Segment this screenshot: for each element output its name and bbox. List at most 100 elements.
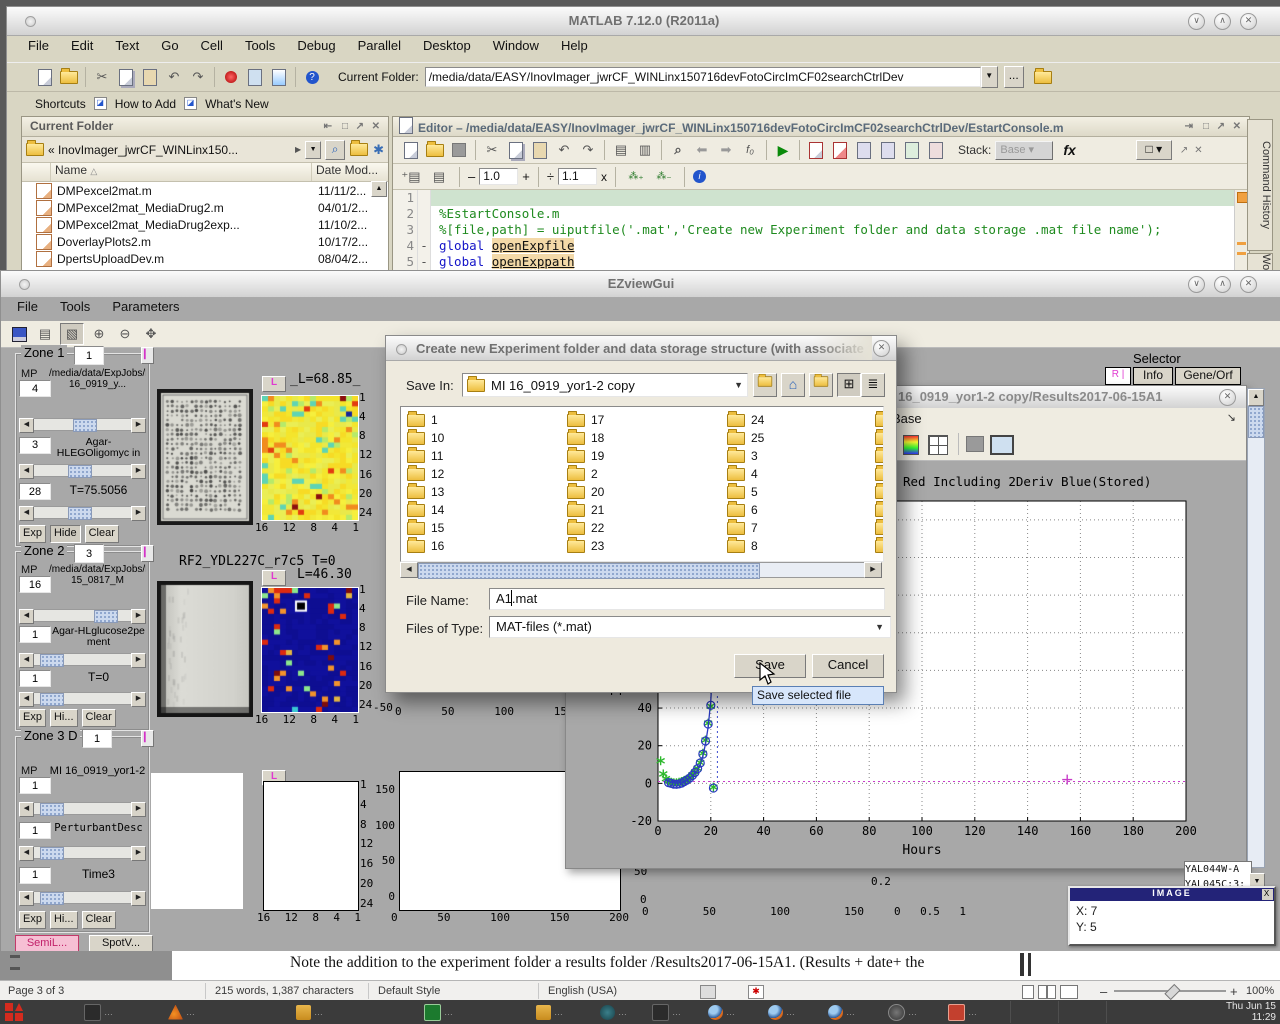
folder-item[interactable] xyxy=(875,411,884,429)
home-icon[interactable]: ⌂ xyxy=(781,373,805,397)
taskbar-app-button[interactable]: … xyxy=(828,1002,872,1022)
zone1-exp-button[interactable]: Exp xyxy=(19,525,46,543)
book-view-icon[interactable] xyxy=(1060,985,1078,999)
zone1-mp-field[interactable] xyxy=(19,380,51,397)
zone2-hide-button[interactable]: Hi... xyxy=(50,709,78,727)
guide-icon[interactable] xyxy=(244,67,266,87)
new-file-icon[interactable] xyxy=(34,67,56,87)
profiler-icon[interactable] xyxy=(268,67,290,87)
copy-icon[interactable] xyxy=(505,140,527,160)
zone1-L-button[interactable]: L xyxy=(262,376,286,392)
type-column-header[interactable] xyxy=(22,163,51,181)
folder-item[interactable]: 10 xyxy=(407,429,557,447)
info-icon[interactable]: i xyxy=(693,170,706,183)
folder-list[interactable]: 110111213141516 171819220212223 24253456… xyxy=(400,406,884,562)
undo-icon[interactable]: ↶ xyxy=(553,140,575,160)
zone2-L-button[interactable]: L xyxy=(262,570,286,586)
folder-item[interactable] xyxy=(875,519,884,537)
zone1-hide-button[interactable]: Hide xyxy=(50,525,81,543)
menu-item[interactable]: Parallel xyxy=(358,38,401,53)
back-icon[interactable]: ⬅ xyxy=(691,140,713,160)
run-icon[interactable]: ▶ xyxy=(772,140,794,160)
close-icon[interactable]: ✕ xyxy=(1219,389,1236,406)
zone2-media-field[interactable] xyxy=(19,626,51,643)
taskbar-app-button[interactable]: … xyxy=(168,1002,212,1022)
folder-item[interactable]: 11 xyxy=(407,447,557,465)
word-count[interactable]: 215 words, 1,387 characters xyxy=(215,985,354,997)
folder-item[interactable]: 4 xyxy=(727,465,877,483)
zoom-in-icon[interactable]: ⊕ xyxy=(88,324,110,344)
zoom-slider-thumb[interactable] xyxy=(1164,984,1180,1000)
new-file-icon[interactable] xyxy=(400,140,422,160)
value-field-1[interactable]: 1.0 xyxy=(479,168,518,185)
cut-icon[interactable]: ✂ xyxy=(91,67,113,87)
menu-item[interactable]: Go xyxy=(161,38,178,53)
zone1-clear-button[interactable]: Clear xyxy=(85,525,119,543)
menu-item[interactable]: Cell xyxy=(201,38,223,53)
zone3-clear-button[interactable]: Clear xyxy=(82,911,116,929)
cut-icon[interactable]: ✂ xyxy=(481,140,503,160)
zone2-index-field[interactable] xyxy=(74,544,104,563)
up-folder-icon[interactable] xyxy=(1032,67,1054,87)
folder-item[interactable]: 17 xyxy=(567,411,717,429)
cell-run-icon[interactable] xyxy=(805,140,827,160)
folder-item[interactable]: 14 xyxy=(407,501,557,519)
folder-item[interactable] xyxy=(875,465,884,483)
code-area[interactable]: 1 2 3 4 5 - - %EstartConsole.m %[file,pa… xyxy=(393,190,1249,274)
page-count[interactable]: Page 3 of 3 xyxy=(8,985,64,997)
zone2-scrollbar-2[interactable]: ◀▶ xyxy=(19,653,146,666)
folder-item[interactable]: 16 xyxy=(407,537,557,555)
current-folder-input[interactable]: /media/data/EASY/InovImager_jwrCF_WINLin… xyxy=(425,67,981,87)
cell-close-icon[interactable] xyxy=(829,140,851,160)
folder-item[interactable]: 24 xyxy=(727,411,877,429)
simulink-icon[interactable] xyxy=(220,67,242,87)
taskbar-app-button[interactable]: … xyxy=(424,1002,468,1022)
folder-item[interactable]: 3 xyxy=(727,447,877,465)
window-menu-icon[interactable] xyxy=(396,344,407,355)
gear-icon[interactable]: ✱ xyxy=(373,142,384,158)
editor-layout-dropdown[interactable]: □ ▾ xyxy=(1136,140,1172,160)
zone1-index-field[interactable] xyxy=(74,346,104,365)
scroll-up-icon[interactable]: ▲ xyxy=(371,181,387,197)
cell-split-icon[interactable] xyxy=(925,140,947,160)
scroll-up-icon[interactable]: ▲ xyxy=(1248,389,1264,406)
close-panel-icon[interactable]: ✕ xyxy=(1194,145,1202,156)
empty-plot-b[interactable] xyxy=(263,781,359,911)
zone3-scrollbar-3[interactable]: ◀▶ xyxy=(19,891,146,904)
writer-page[interactable]: Note the addition to the experiment fold… xyxy=(172,951,1280,980)
undo-icon[interactable]: ↶ xyxy=(163,67,185,87)
selection-mode-icon[interactable] xyxy=(700,985,716,999)
menu-item[interactable]: Help xyxy=(561,38,588,53)
zone1-side-toggle[interactable]: ▎ xyxy=(141,347,154,364)
folder-item[interactable]: 21 xyxy=(567,501,717,519)
format-icon[interactable]: ▥ xyxy=(634,140,656,160)
zone3-mp-field[interactable] xyxy=(19,777,51,794)
menu-item[interactable]: Tools xyxy=(60,299,90,314)
breakpoint-gutter[interactable]: - - xyxy=(418,190,431,274)
dock-icon[interactable]: ⇥ xyxy=(1185,117,1193,136)
dock-icon[interactable]: ⇤ xyxy=(324,117,332,136)
menu-item[interactable]: File xyxy=(17,299,38,314)
zone2-mp-field[interactable] xyxy=(19,576,51,593)
shortcut-whats-new[interactable]: What's New xyxy=(205,97,269,111)
menu-item[interactable]: File xyxy=(28,38,49,53)
find-icon[interactable]: ⌕ xyxy=(667,140,689,160)
menu-logo-icon[interactable] xyxy=(5,1003,13,1011)
zone2-clear-button[interactable]: Clear xyxy=(82,709,116,727)
menu-item[interactable]: Desktop xyxy=(423,38,471,53)
taskbar-app-button[interactable]: … xyxy=(888,1002,932,1022)
annotate-select-icon[interactable]: ▧ xyxy=(60,323,84,345)
selector-gene-button[interactable]: Gene/Orf xyxy=(1175,367,1241,385)
cell-list-icon[interactable]: ▤ xyxy=(428,167,450,187)
zone1-media-field[interactable] xyxy=(19,437,51,454)
undock-icon[interactable]: ↗ xyxy=(1180,145,1188,156)
breadcrumb-expand-icon[interactable]: ▶ xyxy=(295,145,301,154)
menu-item[interactable]: Parameters xyxy=(112,299,179,314)
zone3-side-toggle[interactable]: ▎ xyxy=(141,730,154,747)
close-panel-icon[interactable]: ✕ xyxy=(1233,117,1241,136)
breadcrumb-dropdown-icon[interactable]: ▼ xyxy=(305,141,321,159)
zoom-out-icon[interactable]: ⊖ xyxy=(114,324,136,344)
breadcrumb[interactable]: « InovImager_jwrCF_WINLinx150... xyxy=(48,143,291,157)
zone3-media-field[interactable] xyxy=(19,822,51,839)
current-folder-dropdown-icon[interactable]: ▼ xyxy=(981,66,998,88)
